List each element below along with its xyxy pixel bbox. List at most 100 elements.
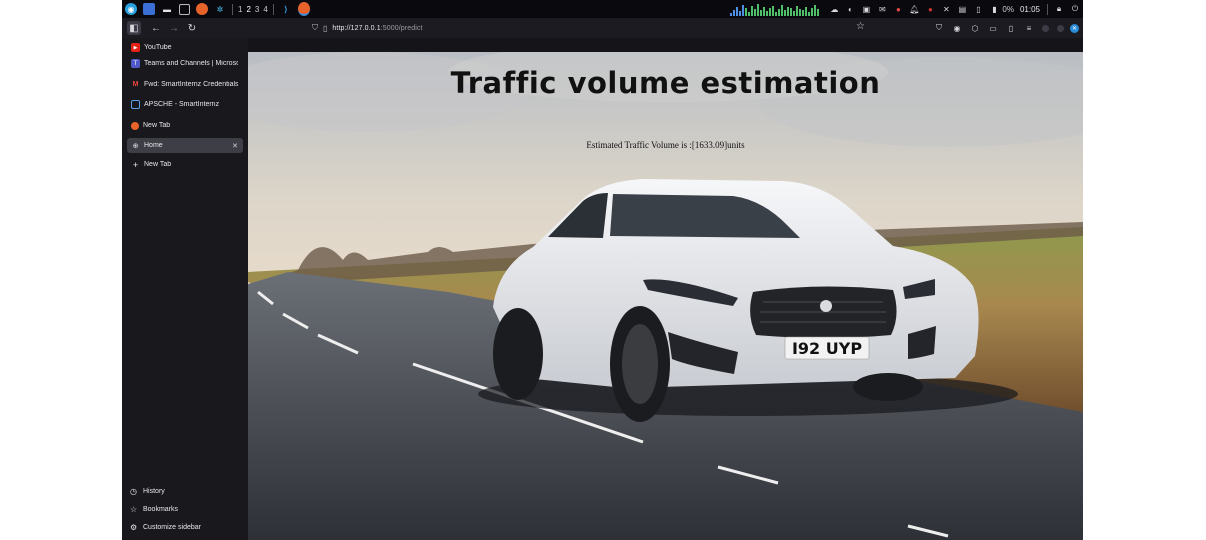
sidebar-bookmarks[interactable]: ☆ Bookmarks bbox=[130, 505, 178, 514]
new-tab-button[interactable]: + New Tab bbox=[127, 157, 243, 172]
lock-icon[interactable]: 🔒︎ bbox=[1054, 4, 1064, 14]
cpu-graph-bar bbox=[760, 10, 763, 16]
star-icon: ☆ bbox=[130, 505, 138, 514]
bookmarks-label: Bookmarks bbox=[143, 506, 179, 513]
window-maximize-button[interactable] bbox=[1057, 24, 1064, 32]
window-close-button[interactable]: ✕ bbox=[1070, 23, 1079, 33]
workspace-1[interactable]: 1 bbox=[238, 5, 242, 14]
workspace-4[interactable]: 4 bbox=[263, 5, 267, 14]
firefox-running-icon[interactable] bbox=[297, 2, 310, 16]
web-page: Traffic volume estimation Estimated Traf… bbox=[248, 52, 1083, 540]
vertical-tabs-sidebar: ▶ YouTube T Teams and Channels | Microso… bbox=[122, 38, 248, 540]
page-icon bbox=[131, 100, 140, 109]
terminal-icon[interactable] bbox=[179, 3, 190, 15]
sidebar-history[interactable]: ◷ History bbox=[130, 487, 165, 496]
reload-icon[interactable]: ↻ bbox=[185, 21, 199, 35]
cpu-graph-bar bbox=[736, 7, 739, 16]
taskbar-divider bbox=[232, 3, 233, 15]
tab-youtube[interactable]: ▶ YouTube bbox=[127, 40, 243, 55]
battery-icon[interactable]: ▮ bbox=[989, 4, 999, 14]
url-path: :5000/predict bbox=[380, 24, 423, 32]
account-icon[interactable]: ◉ bbox=[951, 22, 963, 34]
tab-gmail[interactable]: M Fwd: SmartInternz Credentials bbox=[127, 77, 243, 92]
sync-icon[interactable]: ◐ bbox=[845, 4, 855, 14]
chat-icon[interactable]: ✉ bbox=[877, 4, 887, 14]
reader-icon[interactable]: ▯ bbox=[1005, 22, 1017, 34]
power-icon[interactable]: ⏻ bbox=[1070, 4, 1080, 14]
tab-new-tab[interactable]: New Tab bbox=[127, 118, 243, 133]
cpu-graph-bar bbox=[772, 6, 775, 16]
desktop-icon[interactable] bbox=[143, 3, 155, 15]
cpu-graph bbox=[730, 2, 820, 16]
volume-muted-icon[interactable]: ✕ bbox=[941, 4, 951, 14]
tab-label: APSCHE - SmartInternz bbox=[144, 101, 220, 108]
cpu-graph-bar bbox=[802, 10, 805, 16]
battery-percentage: 0% bbox=[1002, 4, 1014, 14]
cpu-graph-bar bbox=[751, 6, 754, 16]
cpu-graph-bar bbox=[754, 9, 757, 16]
tab-teams[interactable]: T Teams and Channels | Microsoft bbox=[127, 56, 243, 71]
network-tool-icon[interactable]: ✲ bbox=[214, 3, 226, 15]
car-background-image bbox=[248, 52, 1083, 540]
extensions-icon[interactable]: ⬡ bbox=[969, 22, 981, 34]
url-text[interactable]: http://127.0.0.1:5000/predict bbox=[332, 25, 422, 32]
shield-icon[interactable]: ⛉ bbox=[312, 23, 318, 33]
back-icon[interactable]: ← bbox=[149, 21, 163, 35]
taskbar-divider bbox=[1047, 3, 1048, 15]
tab-label: New Tab bbox=[144, 161, 172, 168]
record-icon[interactable]: ● bbox=[893, 4, 903, 14]
license-plate-text: I92 UYP bbox=[791, 339, 863, 358]
bookmark-star-icon[interactable]: ☆ bbox=[856, 21, 865, 32]
page-info-icon[interactable]: ▯ bbox=[323, 24, 327, 33]
tab-label: New Tab bbox=[143, 122, 171, 129]
containers-icon[interactable]: ▭ bbox=[987, 22, 999, 34]
workspace-2[interactable]: 2 bbox=[246, 5, 250, 14]
cpu-graph-bar bbox=[808, 12, 811, 16]
taskbar-divider bbox=[272, 3, 274, 15]
close-tab-icon[interactable]: ✕ bbox=[232, 142, 238, 150]
menu-icon[interactable]: ≡ bbox=[1023, 22, 1035, 34]
display-icon[interactable]: ▤ bbox=[957, 4, 967, 14]
sidebar-toggle-icon[interactable]: ◧ bbox=[127, 21, 141, 35]
tab-label: Teams and Channels | Microsoft bbox=[144, 60, 238, 67]
red-dot-icon: ● bbox=[927, 4, 933, 14]
folder-icon[interactable]: ▬ bbox=[161, 3, 173, 15]
history-label: History bbox=[143, 488, 165, 495]
url-bar[interactable]: ⛉ ▯ http://127.0.0.1:5000/predict bbox=[312, 18, 872, 38]
clipboard-icon[interactable]: ▯ bbox=[973, 4, 983, 14]
launcher-icon[interactable]: ◉ bbox=[125, 3, 137, 15]
page-title: Traffic volume estimation bbox=[450, 66, 881, 100]
system-tray: ☁ ◐ ▣ ✉ ● 🔔︎ ● ✕ ▤ ▯ ▮ 0% 01:05 🔒︎ ⏻ bbox=[730, 0, 1083, 18]
forward-icon[interactable]: → bbox=[167, 21, 181, 35]
globe-icon: ⊕ bbox=[132, 142, 139, 150]
sidebar-customize[interactable]: ⚙ Customize sidebar bbox=[130, 523, 201, 532]
workspace-3[interactable]: 3 bbox=[255, 5, 259, 14]
tab-apsche[interactable]: APSCHE - SmartInternz bbox=[127, 97, 243, 112]
tab-home[interactable]: ⊕ Home ✕ bbox=[127, 138, 243, 153]
tab-label: YouTube bbox=[144, 44, 172, 51]
cloud-icon[interactable]: ☁ bbox=[829, 4, 839, 14]
customize-label: Customize sidebar bbox=[143, 524, 201, 531]
teams-icon: T bbox=[131, 59, 140, 68]
pocket-icon[interactable]: ⛉ bbox=[933, 22, 945, 34]
vscode-icon[interactable]: ⟩ bbox=[280, 3, 292, 15]
cpu-graph-bar bbox=[763, 7, 766, 16]
plus-icon: + bbox=[132, 159, 139, 170]
toolbar-actions: ⛉ ◉ ⬡ ▭ ▯ ≡ ✕ bbox=[930, 18, 1079, 38]
screen: ◉ ▬ ✲ 1 2 3 4 ⟩ ☁ ◐ ▣ ✉ ● 🔔︎ ● ✕ ▤ ▯ ▮ 0… bbox=[122, 0, 1083, 540]
clock[interactable]: 01:05 bbox=[1020, 5, 1040, 14]
notification-bell-icon[interactable]: 🔔︎ bbox=[909, 4, 919, 14]
cpu-graph-bar bbox=[778, 9, 781, 16]
window-minimize-button[interactable] bbox=[1042, 24, 1049, 32]
firefox-icon[interactable] bbox=[196, 3, 208, 15]
cpu-graph-bar bbox=[793, 11, 796, 16]
tab-label: Home bbox=[144, 142, 163, 149]
cpu-graph-bar bbox=[784, 10, 787, 16]
cpu-graph-bar bbox=[796, 6, 799, 16]
cpu-graph-bar bbox=[775, 12, 778, 16]
gpu-icon[interactable]: ▣ bbox=[861, 4, 871, 14]
gear-icon: ⚙ bbox=[130, 523, 138, 532]
firefox-icon bbox=[131, 121, 139, 130]
cpu-graph-bar bbox=[781, 5, 784, 16]
url-host: http://127.0.0.1 bbox=[332, 24, 381, 32]
